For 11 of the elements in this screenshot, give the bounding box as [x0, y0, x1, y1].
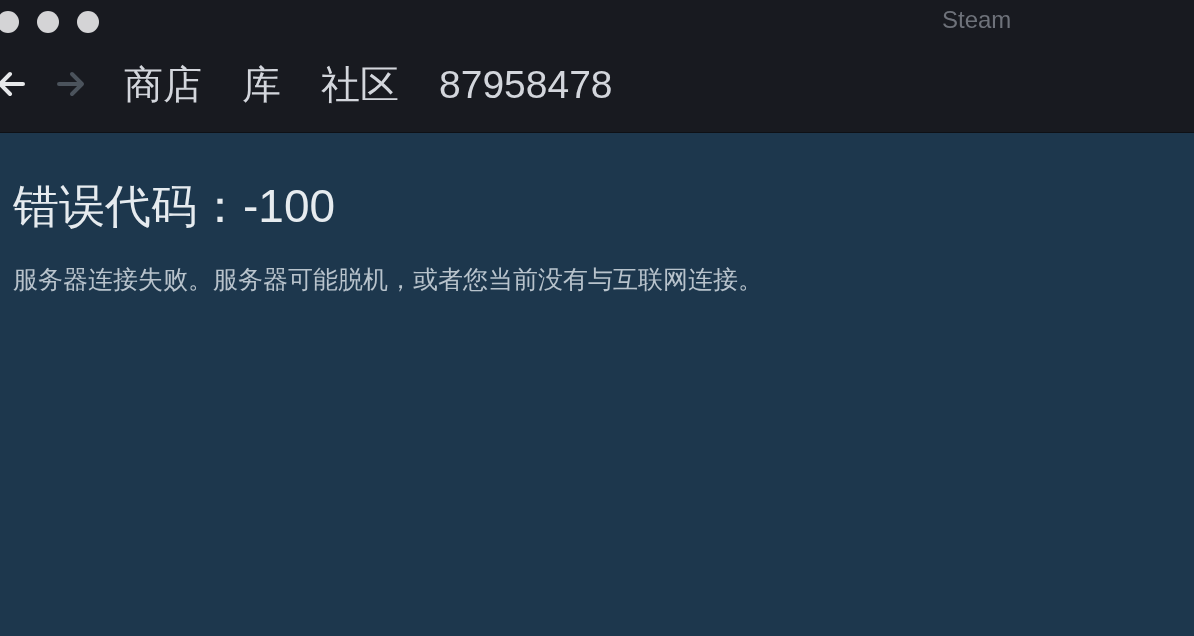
error-message: 服务器连接失败。服务器可能脱机，或者您当前没有与互联网连接。 — [13, 267, 764, 292]
window-zoom-control[interactable] — [77, 11, 99, 33]
nav-tab[interactable]: 库 — [242, 64, 281, 104]
nav-tab[interactable]: 87958478 — [439, 64, 613, 104]
error-heading: 错误代码：-100 — [13, 183, 337, 229]
nav-tab[interactable]: 商店 — [124, 64, 202, 104]
window-minimize-control[interactable] — [37, 11, 59, 33]
nav-tab[interactable]: 社区 — [321, 64, 399, 104]
back-arrow-icon[interactable] — [0, 70, 26, 98]
window-title: Steam — [942, 5, 1012, 35]
window-close-control[interactable] — [0, 11, 19, 33]
